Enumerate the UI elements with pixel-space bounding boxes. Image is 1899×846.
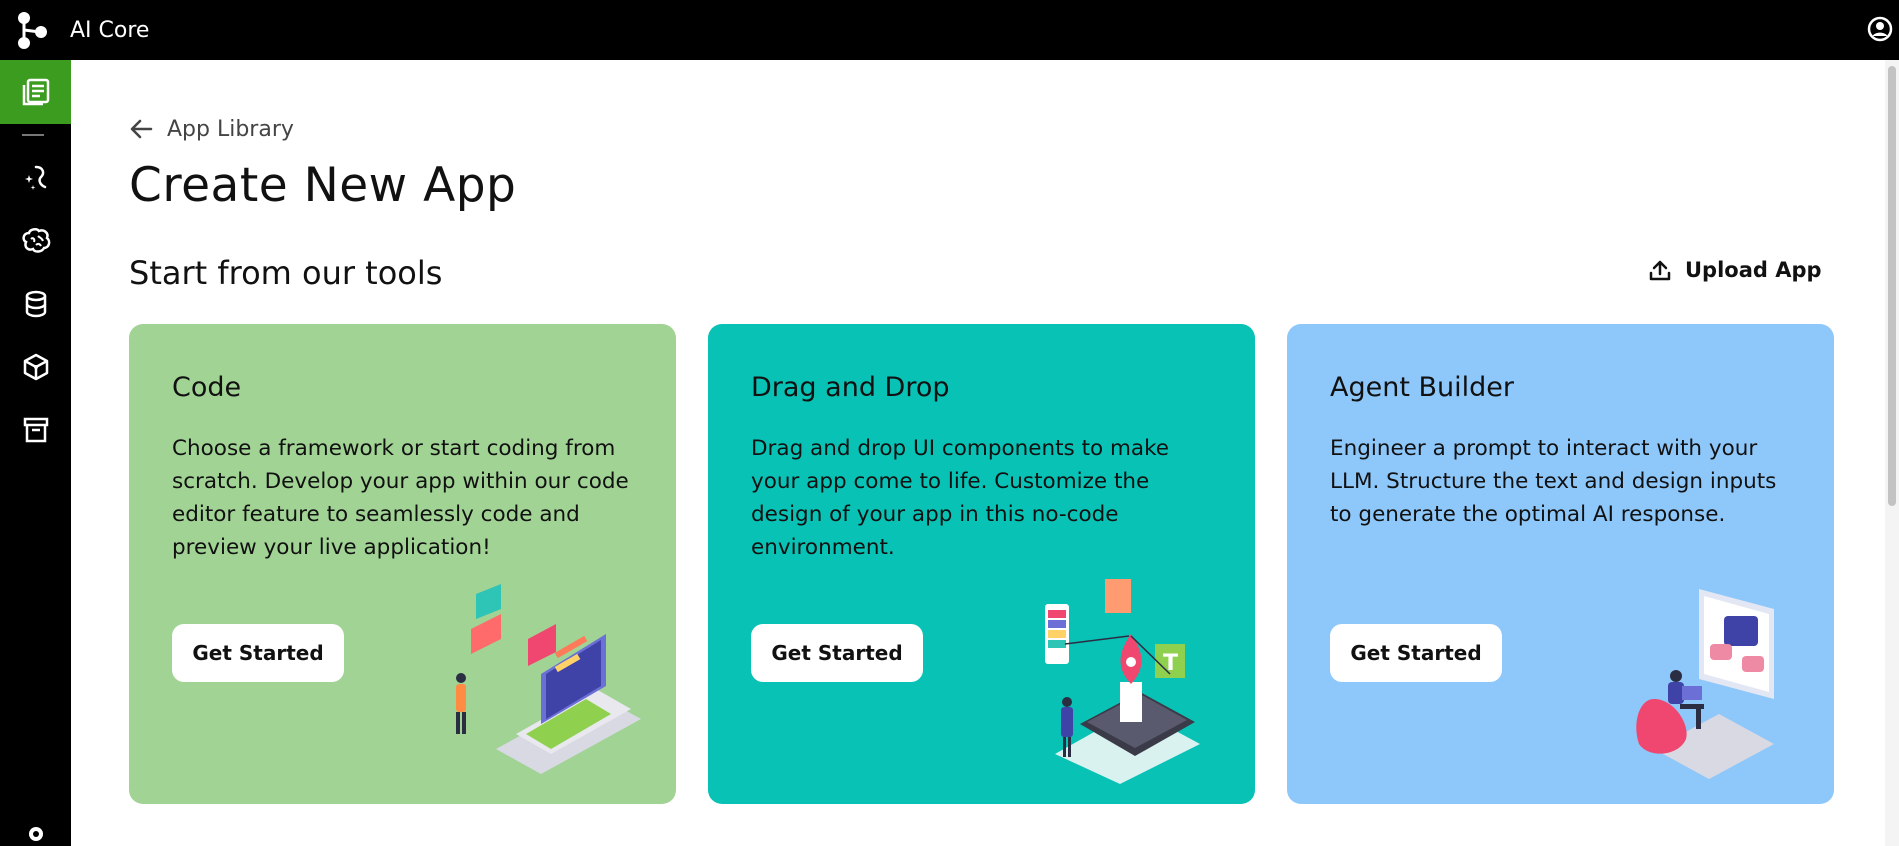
upload-app-label: Upload App	[1685, 258, 1822, 282]
sidebar-item-database[interactable]	[0, 272, 71, 336]
card-code: Code Choose a framework or start coding …	[129, 324, 676, 804]
breadcrumb[interactable]: App Library	[129, 116, 294, 142]
arrow-left-icon	[130, 119, 153, 139]
prompt-icon	[24, 165, 46, 190]
model-brain-icon	[21, 228, 50, 253]
sidebar-item-settings[interactable]	[0, 822, 71, 846]
get-started-drag-and-drop-button[interactable]: Get Started	[751, 624, 923, 682]
upload-app-button[interactable]: Upload App	[1649, 258, 1822, 282]
agent-builder-illustration	[1636, 589, 1774, 779]
sidebar-item-prompt[interactable]	[0, 146, 71, 210]
get-started-code-button[interactable]: Get Started	[172, 624, 344, 682]
sidebar-item-packages[interactable]	[0, 335, 71, 399]
sidebar-item-models[interactable]	[0, 209, 71, 273]
card-description: Drag and drop UI components to make your…	[751, 436, 1170, 560]
sidebar	[0, 60, 71, 846]
user-profile-icon[interactable]	[1867, 16, 1893, 42]
scrollbar-thumb[interactable]	[1888, 66, 1896, 506]
page-title: Create New App	[129, 158, 517, 213]
sidebar-item-app-library[interactable]	[0, 60, 71, 124]
package-icon	[23, 353, 48, 381]
svg-text:T: T	[1163, 651, 1178, 676]
archive-icon	[23, 417, 48, 443]
code-illustration	[456, 584, 641, 774]
logo-icon[interactable]	[0, 0, 70, 60]
database-icon	[25, 290, 46, 318]
card-description: Engineer a prompt to interact with your …	[1330, 436, 1777, 527]
card-title: Agent Builder	[1330, 372, 1514, 403]
card-description: Choose a framework or start coding from …	[172, 436, 629, 560]
top-bar: AI Core	[0, 0, 1899, 60]
section-title: Start from our tools	[129, 254, 443, 292]
breadcrumb-label: App Library	[167, 116, 294, 142]
app-library-icon	[22, 78, 49, 106]
card-drag-and-drop: Drag and Drop Drag and drop UI component…	[708, 324, 1255, 804]
app-title: AI Core	[70, 17, 150, 43]
card-agent-builder: Agent Builder Engineer a prompt to inter…	[1287, 324, 1834, 804]
drag-and-drop-illustration: T	[1045, 579, 1200, 784]
get-started-agent-builder-button[interactable]: Get Started	[1330, 624, 1502, 682]
upload-icon	[1649, 260, 1671, 281]
sidebar-divider	[22, 134, 44, 136]
card-title: Code	[172, 372, 242, 403]
sidebar-item-archive[interactable]	[0, 398, 71, 462]
gear-icon	[28, 827, 43, 841]
main-content: App Library Create New App Start from ou…	[71, 60, 1885, 846]
card-title: Drag and Drop	[751, 372, 950, 403]
